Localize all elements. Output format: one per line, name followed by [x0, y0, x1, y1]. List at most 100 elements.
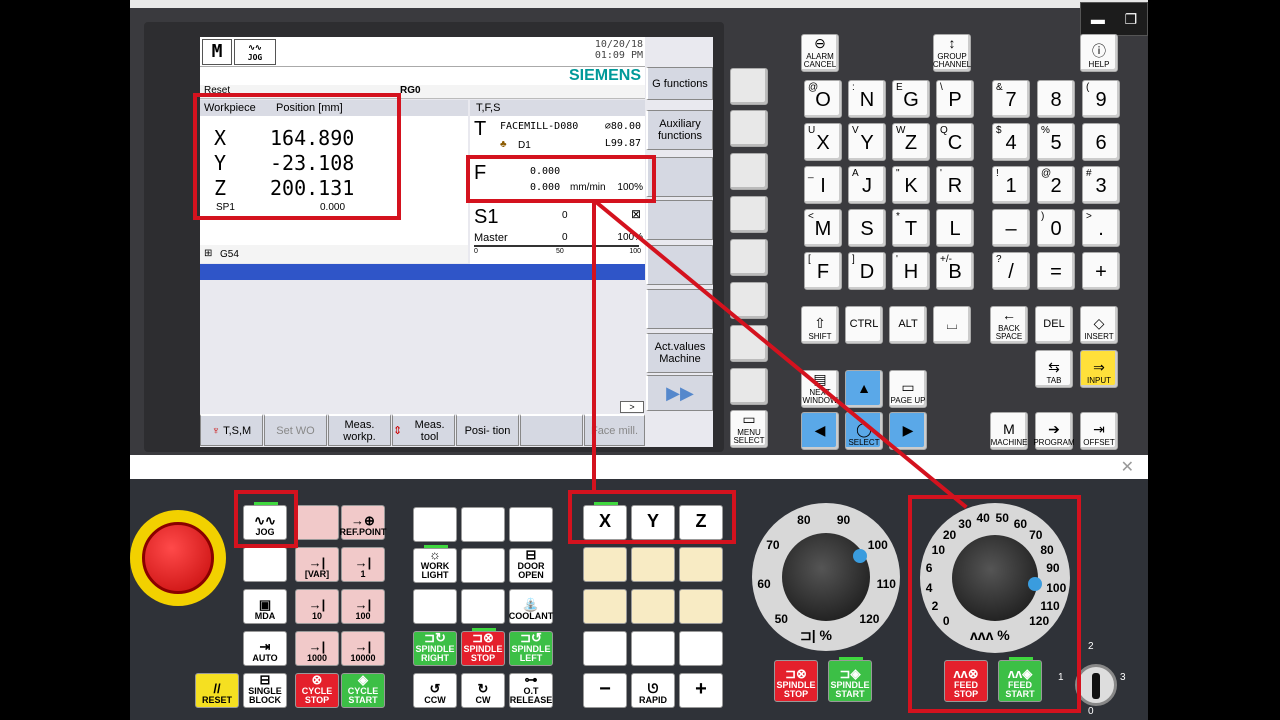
hsoft-meas-tool[interactable]: ⇕ Meas. tool: [392, 414, 455, 446]
hsoft-set-wo[interactable]: Set WO: [264, 414, 327, 446]
spindle-stop2-button[interactable]: ⊐⊗ SPINDLE STOP: [774, 660, 818, 702]
number-key-10[interactable]: ) 0: [1037, 209, 1075, 247]
shift-button[interactable]: ⇧ SHIFT: [801, 306, 839, 344]
rapid-button[interactable]: ᘎ RAPID: [631, 673, 675, 708]
arrow-up-button[interactable]: ▲: [845, 370, 883, 408]
letter-key-16[interactable]: [F: [804, 252, 842, 290]
blank-button-4[interactable]: [461, 548, 505, 583]
increment-1000-button[interactable]: →| 1000: [295, 631, 339, 666]
ref-point-button[interactable]: →⊕ REF.POINT: [340, 505, 387, 540]
cycle-start-button[interactable]: ◈ CYCLE START: [341, 672, 385, 708]
letter-key-18[interactable]: ' H: [892, 252, 930, 290]
emergency-stop-button[interactable]: [142, 522, 214, 594]
increment-1-button[interactable]: →| 1: [341, 547, 385, 582]
reset-button[interactable]: //RESET: [195, 673, 239, 708]
minus-button[interactable]: −: [583, 673, 627, 708]
insert-button[interactable]: ◇ INSERT: [1080, 306, 1118, 344]
number-key-2[interactable]: (9: [1082, 80, 1120, 118]
side-key-3[interactable]: [730, 153, 768, 190]
del-button[interactable]: DEL: [1035, 306, 1073, 344]
alarm-cancel-button[interactable]: ⊖ ALARM CANCEL: [801, 34, 839, 72]
spindle-start-button[interactable]: ⊐◈ SPINDLE START: [828, 657, 872, 702]
minimize-icon[interactable]: ▬: [1091, 11, 1105, 27]
input-button[interactable]: ⇒ INPUT: [1080, 350, 1118, 388]
vsoft-act-values[interactable]: Act.values Machine: [646, 333, 713, 373]
vsoft-g-functions[interactable]: G functions: [646, 67, 713, 100]
single-block-button[interactable]: ⊟ SINGLE BLOCK: [243, 672, 287, 708]
arrow-left-button[interactable]: ◀: [801, 412, 839, 450]
restore-icon[interactable]: ❐: [1125, 11, 1138, 28]
tab-button[interactable]: ⇆ TAB: [1035, 350, 1073, 388]
blank-pink-button[interactable]: [295, 505, 339, 540]
ccw-button[interactable]: ↺ CCW: [413, 673, 457, 708]
increment-10000-button[interactable]: →| 10000: [341, 631, 385, 666]
side-key-6[interactable]: [730, 282, 768, 319]
door-open-button[interactable]: ⊟ DOOR OPEN: [509, 547, 553, 583]
letter-key-11[interactable]: ' R: [936, 166, 974, 204]
ot-release-button[interactable]: ⊶ O.T RELEASE: [509, 672, 553, 708]
help-button[interactable]: ⓘ HELP: [1080, 34, 1118, 72]
side-key-1[interactable]: [730, 68, 768, 105]
spindle-right-button[interactable]: ⊐↻ SPINDLE RIGHT: [413, 630, 457, 666]
letter-key-9[interactable]: AJ: [848, 166, 886, 204]
increment-10-button[interactable]: →| 10: [295, 589, 339, 624]
blank-button-1[interactable]: [413, 507, 457, 542]
number-key-14[interactable]: +: [1082, 252, 1120, 290]
axis-blank-9[interactable]: [679, 631, 723, 666]
axis-blank-6[interactable]: [679, 589, 723, 624]
letter-key-19[interactable]: +/- B: [936, 252, 974, 290]
vsoft-6[interactable]: [646, 289, 713, 329]
program-button[interactable]: ➔ PROGRAM: [1033, 412, 1075, 450]
hsoft-tsm[interactable]: ♆ T,S,M: [200, 414, 263, 446]
side-key-4[interactable]: [730, 196, 768, 233]
plus-button[interactable]: +: [679, 673, 723, 708]
space-button[interactable]: ⌴: [933, 306, 971, 344]
menu-select-button[interactable]: ▭ MENU SELECT: [730, 410, 768, 448]
number-key-13[interactable]: =: [1037, 252, 1075, 290]
cycle-stop-button[interactable]: ⊗ CYCLE STOP: [295, 672, 339, 708]
vsoft-4[interactable]: [646, 200, 713, 240]
number-key-6[interactable]: ! 1: [992, 166, 1030, 204]
blank-button-5[interactable]: [413, 589, 457, 624]
vsoft-auxiliary[interactable]: Auxiliary functions: [646, 110, 713, 150]
side-key-5[interactable]: [730, 239, 768, 276]
mda-button[interactable]: ▣ MDA: [243, 589, 287, 624]
number-key-12[interactable]: ? /: [992, 252, 1030, 290]
hsoft-6[interactable]: [520, 414, 583, 446]
axis-blank-7[interactable]: [583, 631, 627, 666]
offset-button[interactable]: ⇥ OFFSET: [1080, 412, 1118, 450]
vsoft-3[interactable]: [646, 157, 713, 197]
machine-button[interactable]: M MACHINE: [990, 412, 1028, 450]
backspace-button[interactable]: ← BACK SPACE: [990, 306, 1028, 344]
vsoft-next-icon[interactable]: ▶▶: [646, 375, 713, 411]
var-button[interactable]: →| [VAR]: [295, 547, 339, 582]
blank-white-button[interactable]: [243, 547, 287, 582]
axis-blank-4[interactable]: [583, 589, 627, 624]
page-up-button[interactable]: ▭ PAGE UP: [889, 370, 927, 408]
axis-blank-1[interactable]: [583, 547, 627, 582]
work-light-button[interactable]: ☼ WORK LIGHT: [413, 545, 457, 583]
spindle-dial-knob[interactable]: [782, 533, 870, 621]
side-key-2[interactable]: [730, 110, 768, 147]
spindle-stop-button[interactable]: ⊐⊗ SPINDLE STOP: [461, 628, 505, 666]
spindle-left-button[interactable]: ⊐↺ SPINDLE LEFT: [509, 630, 553, 666]
letter-key-17[interactable]: ] D: [848, 252, 886, 290]
auto-button[interactable]: ⇥ AUTO: [243, 631, 287, 666]
group-channel-button[interactable]: ↕ GROUP CHANNEL: [933, 34, 971, 72]
alt-button[interactable]: ALT: [889, 306, 927, 344]
number-key-11[interactable]: >.: [1082, 209, 1120, 247]
hsoft-meas-workp[interactable]: Meas. workp.: [328, 414, 391, 446]
ctrl-button[interactable]: CTRL: [845, 306, 883, 344]
hsoft-position[interactable]: Posi- tion: [456, 414, 519, 446]
key-switch[interactable]: [1075, 664, 1117, 706]
side-key-8[interactable]: [730, 368, 768, 405]
axis-blank-5[interactable]: [631, 589, 675, 624]
arrow-right-button[interactable]: ▶: [889, 412, 927, 450]
coolant-button[interactable]: ⛲ COOLANT: [509, 589, 553, 624]
increment-100-button[interactable]: →| 100: [341, 589, 385, 624]
blank-button-6[interactable]: [461, 589, 505, 624]
cw-button[interactable]: ↻ CW: [461, 673, 505, 708]
axis-blank-8[interactable]: [631, 631, 675, 666]
close-icon[interactable]: ✕: [1121, 457, 1134, 477]
axis-blank-2[interactable]: [631, 547, 675, 582]
